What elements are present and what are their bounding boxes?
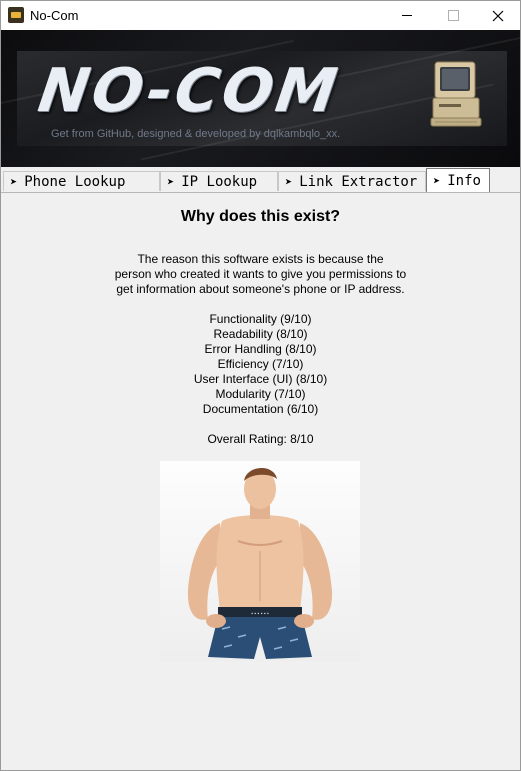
tab-label: Info xyxy=(447,172,481,189)
banner-tagline: Get from GitHub, designed & developed by… xyxy=(51,128,341,140)
info-panel: Why does this exist? The reason this sof… xyxy=(2,193,519,770)
window-title: No-Com xyxy=(30,8,79,23)
arrow-icon: ➤ xyxy=(433,173,441,188)
paragraph-line: person who created it wants to give you … xyxy=(114,267,407,281)
rating-item: Functionality (9/10) xyxy=(209,312,312,326)
arrow-icon: ➤ xyxy=(167,174,175,189)
minimize-button[interactable] xyxy=(384,1,430,30)
banner-image: NO-COM Get from GitHub, designed & devel… xyxy=(1,30,520,167)
tab-label: Link Extractor xyxy=(299,173,418,190)
tab-phone-lookup[interactable]: ➤ Phone Lookup xyxy=(3,171,160,191)
arrow-icon: ➤ xyxy=(10,174,18,189)
app-icon xyxy=(8,7,24,23)
overall-rating: Overall Rating: 8/10 xyxy=(207,432,314,446)
title-bar[interactable]: No-Com xyxy=(1,1,520,30)
rating-item: Documentation (6/10) xyxy=(202,402,319,416)
ratings-list: Functionality (9/10) Readability (8/10) … xyxy=(2,312,519,417)
tab-label: Phone Lookup xyxy=(24,173,126,190)
svg-text:▪ ▪ ▪ ▪ ▪ ▪: ▪ ▪ ▪ ▪ ▪ ▪ xyxy=(251,611,269,617)
logo-text: NO-COM xyxy=(34,56,344,126)
person-photo: ▪ ▪ ▪ ▪ ▪ ▪ xyxy=(160,461,360,661)
app-window: No-Com NO-COM Get from GitHub, designed … xyxy=(0,0,521,771)
paragraph-line: The reason this software exists is becau… xyxy=(137,252,384,266)
maximize-icon xyxy=(447,10,459,21)
rating-item: Readability (8/10) xyxy=(213,327,308,341)
minimize-icon xyxy=(402,15,412,16)
rating-item: Modularity (7/10) xyxy=(215,387,306,401)
info-paragraph: The reason this software exists is becau… xyxy=(2,252,519,297)
rating-item: Error Handling (8/10) xyxy=(204,342,317,356)
tab-link-extractor[interactable]: ➤ Link Extractor xyxy=(278,171,426,191)
close-button[interactable] xyxy=(475,1,520,30)
info-heading: Why does this exist? xyxy=(180,208,341,225)
tab-info[interactable]: ➤ Info xyxy=(426,168,490,192)
close-icon xyxy=(492,10,504,21)
maximize-button[interactable] xyxy=(430,1,476,30)
rating-item: User Interface (UI) (8/10) xyxy=(193,372,328,386)
tab-ip-lookup[interactable]: ➤ IP Lookup xyxy=(160,171,278,191)
tab-bar: ➤ Phone Lookup ➤ IP Lookup ➤ Link Extrac… xyxy=(1,168,520,193)
retro-computer-icon xyxy=(430,61,482,127)
arrow-icon: ➤ xyxy=(285,174,293,189)
rating-item: Efficiency (7/10) xyxy=(217,357,304,371)
tab-label: IP Lookup xyxy=(181,173,258,190)
paragraph-line: get information about someone's phone or… xyxy=(116,282,405,296)
